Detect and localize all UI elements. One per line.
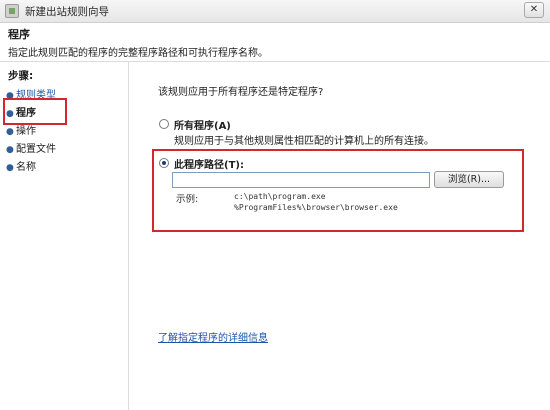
- all-programs-description: 规则应用于与其他规则属性相匹配的计算机上的所有连接。: [174, 136, 434, 147]
- program-path-input[interactable]: [172, 172, 430, 188]
- step-action: ● 操作: [6, 124, 36, 140]
- window-title: 新建出站规则向导: [25, 6, 109, 18]
- close-button[interactable]: ✕: [524, 2, 544, 18]
- highlight-box-step: [3, 98, 67, 125]
- page-description: 指定此规则匹配的程序的完整程序路径和可执行程序名称。: [8, 48, 268, 59]
- learn-more-link[interactable]: 了解指定程序的详细信息: [158, 329, 268, 344]
- step-bullet-icon: ●: [6, 145, 14, 155]
- step-label: 名称: [16, 162, 36, 173]
- program-path-radio[interactable]: [159, 158, 169, 168]
- example-label: 示例:: [176, 194, 199, 205]
- question-text: 该规则应用于所有程序还是特定程序?: [158, 87, 324, 98]
- steps-title: 步骤:: [8, 70, 34, 82]
- page-title: 程序: [8, 28, 30, 41]
- browse-button[interactable]: 浏览(R)...: [434, 171, 504, 188]
- step-bullet-icon: ●: [6, 163, 14, 173]
- step-name: ● 名称: [6, 160, 36, 176]
- step-bullet-icon: ●: [6, 127, 14, 137]
- example-path-line: %ProgramFiles%\browser\browser.exe: [234, 203, 398, 212]
- program-path-label[interactable]: 此程序路径(T):: [174, 156, 244, 171]
- step-label: 操作: [16, 126, 36, 137]
- firewall-app-icon: [5, 4, 19, 18]
- all-programs-radio[interactable]: [159, 119, 169, 129]
- title-bar: 新建出站规则向导 ✕: [0, 0, 550, 23]
- step-label: 配置文件: [16, 144, 56, 155]
- example-path-line: c:\path\program.exe: [234, 192, 326, 201]
- all-programs-label[interactable]: 所有程序(A): [174, 117, 231, 132]
- main-panel: 该规则应用于所有程序还是特定程序? 所有程序(A) 规则应用于与其他规则属性相匹…: [129, 62, 550, 410]
- step-profile: ● 配置文件: [6, 142, 56, 158]
- wizard-header: 程序 指定此规则匹配的程序的完整程序路径和可执行程序名称。: [0, 23, 550, 62]
